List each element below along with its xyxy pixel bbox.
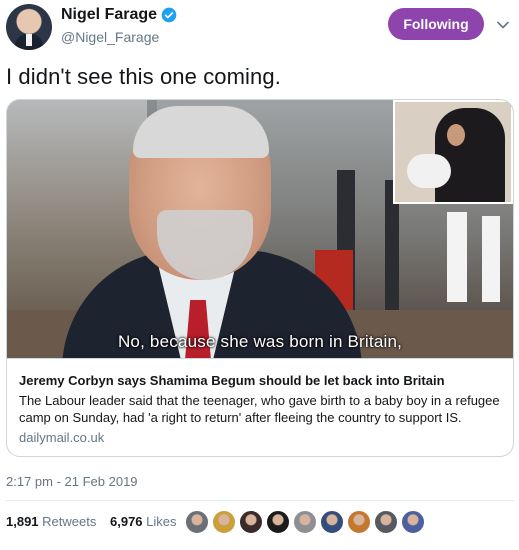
tweet-timestamp[interactable]: 2:17 pm - 21 Feb 2019	[6, 474, 138, 489]
display-name[interactable]: Nigel Farage	[61, 6, 157, 24]
liker-avatar[interactable]	[266, 510, 290, 534]
user-name-block[interactable]: Nigel Farage @Nigel_Farage	[61, 6, 177, 45]
avatar[interactable]	[6, 4, 52, 50]
card-title[interactable]: Jeremy Corbyn says Shamima Begum should …	[19, 373, 501, 388]
retweets-count: 1,891	[6, 514, 39, 529]
liker-avatar[interactable]	[374, 510, 398, 534]
tweet-text: I didn't see this one coming.	[6, 64, 281, 89]
divider	[6, 500, 514, 501]
liker-avatar[interactable]	[401, 510, 425, 534]
link-card[interactable]: No, because she was born in Britain, Jer…	[6, 99, 514, 457]
retweets-label: Retweets	[42, 514, 97, 529]
chevron-down-icon[interactable]	[496, 18, 510, 32]
liker-avatar[interactable]	[347, 510, 371, 534]
retweets-stat[interactable]: 1,891 Retweets	[6, 514, 96, 529]
liker-avatar[interactable]	[185, 510, 209, 534]
likes-label: Likes	[146, 514, 177, 529]
card-domain: dailymail.co.uk	[19, 430, 105, 445]
liker-avatar[interactable]	[212, 510, 236, 534]
following-button[interactable]: Following	[388, 8, 484, 40]
background-sign	[447, 212, 467, 302]
likes-stat[interactable]: 6,976 Likes	[110, 514, 177, 529]
tweet-stats: 1,891 Retweets 6,976 Likes	[6, 514, 187, 529]
tweet-header: Nigel Farage @Nigel_Farage Following	[6, 4, 513, 52]
person-hair	[133, 106, 269, 158]
inset-face	[447, 124, 465, 146]
avatar-shirt	[26, 34, 32, 46]
card-video-thumbnail[interactable]: No, because she was born in Britain,	[7, 100, 513, 358]
card-description: The Labour leader said that the teenager…	[19, 393, 500, 425]
verified-badge-icon	[161, 7, 177, 23]
inset-baby-blanket	[407, 154, 451, 188]
user-handle[interactable]: @Nigel_Farage	[61, 29, 177, 45]
inset-figure	[435, 108, 505, 202]
inset-image	[393, 100, 513, 204]
liker-avatar[interactable]	[239, 510, 263, 534]
liker-avatars	[185, 510, 428, 536]
background-sign	[482, 216, 500, 302]
card-body[interactable]: Jeremy Corbyn says Shamima Begum should …	[7, 358, 513, 456]
video-subtitle: No, because she was born in Britain,	[117, 332, 403, 351]
likes-count: 6,976	[110, 514, 143, 529]
liker-avatar[interactable]	[293, 510, 317, 534]
liker-avatar[interactable]	[320, 510, 344, 534]
